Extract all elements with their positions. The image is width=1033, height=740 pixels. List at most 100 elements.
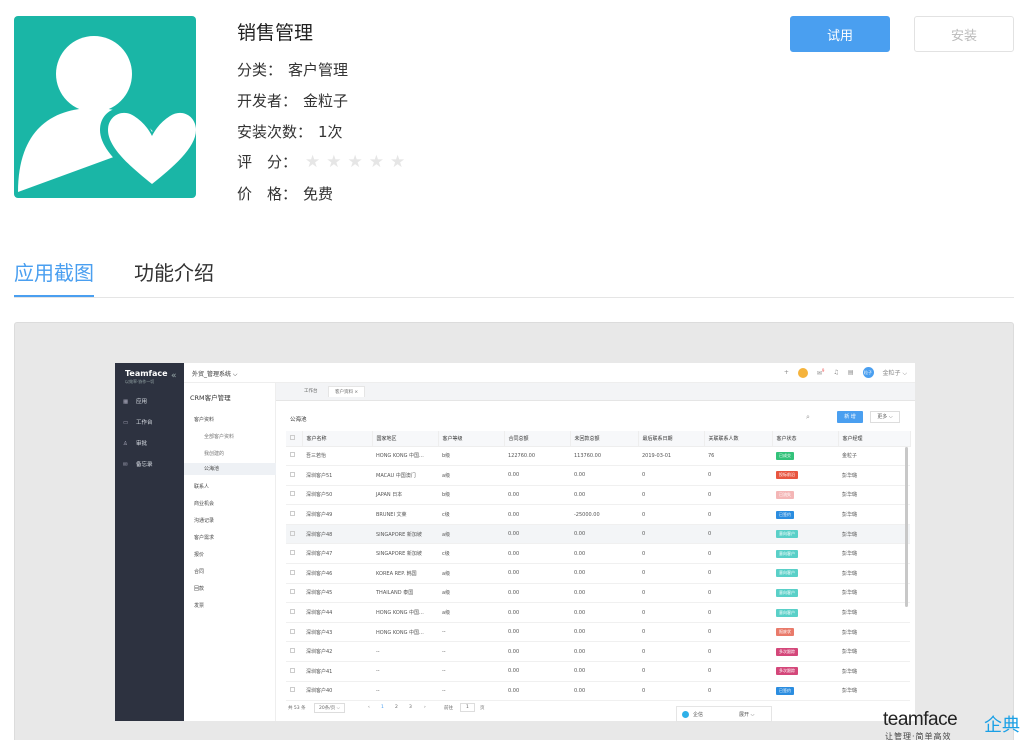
app-detail-page: 销售管理 分类： 客户管理 开发者： 金粒子 安装次数： 1次 评 分： ★★★★★ 价… [0, 0, 1033, 740]
table-cell: 0 [704, 465, 772, 486]
table-cell: 彭华璐 [838, 583, 910, 604]
inner-list: 公海池 ⌕ 新 增 更多 ⌵ 客户名称 国家地区 客户等级 合同总额 未回款总额 最后联系… [276, 401, 915, 721]
table-header-cell: 客户经理 [838, 431, 911, 447]
collapse-icon: « [171, 371, 177, 381]
table-cell: -- [372, 641, 438, 663]
table-row: 深圳客户40 -- -- 0.00 0.00 0 0 已签约 彭华璐 [286, 681, 910, 702]
table-cell: 0.00 [504, 504, 570, 525]
inner-nav-item: ▦ 应用 [123, 399, 148, 405]
status-badge: 意向客户 [776, 549, 798, 558]
table-cell: 0.00 [570, 485, 638, 506]
inner-more-button: 更多 ⌵ [870, 411, 900, 423]
table-row: 深圳客户48 SINGAPORE 新加坡 a级 0.00 0.00 0 0 意向客户 彭华璐 [286, 524, 910, 545]
developer-value: 金粒子 [303, 92, 349, 110]
table-cell: b级 [438, 485, 504, 506]
table-header-cell: 客户名称 [302, 431, 373, 447]
table-cell: a级 [438, 465, 504, 486]
pager-input: 1 [460, 703, 475, 712]
table-cell: 吾三若怡 [302, 446, 372, 467]
table-cell: 0.00 [570, 602, 638, 623]
category-value: 客户管理 [288, 61, 349, 79]
inner-menu-item: 全部客户资料 [204, 434, 235, 440]
row-checkbox [286, 485, 302, 506]
table-header-cell: 合同总额 [504, 431, 571, 447]
table-row: 深圳客户44 HONG KONG 中国... a级 0.00 0.00 0 0 意向客户 彭华璐 [286, 602, 910, 623]
inner-list-title: 公海池 [290, 417, 307, 423]
inner-menu-item: 客户需求 [194, 535, 215, 541]
chat-label: 企信 [693, 712, 704, 718]
tab-screenshots[interactable]: 应用截图 [14, 257, 94, 297]
row-checkbox [286, 563, 302, 584]
status-cell: 意向客户 [772, 563, 838, 584]
table-cell: 0 [638, 641, 704, 663]
rating-stars: ★★★★★ [305, 152, 412, 172]
table-cell: 0 [704, 563, 772, 584]
status-cell: 多次跟踪 [772, 661, 838, 682]
table-cell: 彭华璐 [838, 504, 910, 525]
status-badge: 已成交 [776, 451, 794, 460]
table-cell: 彭华璐 [838, 465, 910, 486]
table-cell: 彭华璐 [838, 543, 910, 565]
table-cell: 0.00 [504, 622, 570, 643]
status-badge: 意向客户 [776, 588, 798, 597]
table-cell: 深圳客户47 [302, 543, 372, 565]
table-cell: 深圳客户40 [302, 681, 372, 702]
row-checkbox [286, 602, 302, 623]
inner-system-name: 外贸_管理系统 ⌵ [192, 371, 238, 378]
watermark: teamface 企典 让管理·简单高效 [883, 709, 1033, 740]
table-cell: 0 [638, 543, 704, 565]
table-cell: 0.00 [570, 622, 638, 643]
table-cell: 0 [638, 465, 704, 486]
inner-user-name: 金粒子 ⌵ [882, 369, 907, 377]
table-cell: 0 [638, 485, 704, 506]
table-cell: 0.00 [504, 602, 570, 623]
table-cell: 0 [704, 504, 772, 525]
table-cell: 0.00 [570, 583, 638, 604]
inner-menu-item: 沟通记录 [194, 518, 215, 524]
try-button[interactable]: 试用 [790, 16, 890, 52]
status-cell: 报废状 [772, 622, 838, 643]
row-checkbox [286, 504, 302, 525]
inner-tab: 客户资料 × [328, 386, 366, 397]
table-cell: MACAU 中国澳门 [372, 465, 438, 486]
screenshot-image[interactable]: Teamface 以效率·协作一切 « ▦ 应用 ▭ 工作台 ♙ 审批 ✉ 备忘录 外贸… [115, 363, 915, 721]
table-cell: 0.00 [570, 543, 638, 565]
desk-icon: ▭ [123, 420, 129, 426]
table-cell: 0 [704, 583, 772, 604]
pager-prev: ‹ [368, 705, 370, 710]
table-header-cell: 国家地区 [372, 431, 439, 447]
pager-goto: 前往 [444, 706, 453, 711]
table-header-cell: 客户状态 [772, 431, 839, 447]
bell-icon: ♫ [833, 369, 839, 376]
row-checkbox [286, 543, 302, 565]
table-row: 深圳客户47 SINGAPORE 新加坡 c级 0.00 0.00 0 0 意向客户 彭华璐 [286, 543, 910, 565]
price-row: 价 格： 免费 [237, 183, 333, 204]
search-icon: ⌕ [806, 413, 810, 421]
tab-features[interactable]: 功能介绍 [134, 257, 214, 297]
status-cell: 意向客户 [772, 543, 838, 565]
install-button[interactable]: 安装 [914, 16, 1014, 52]
table-header-checkbox [286, 431, 303, 447]
table-cell: 0.00 [570, 661, 638, 682]
table-cell: 深圳客户49 [302, 504, 372, 525]
status-badge: 已流失 [776, 490, 794, 499]
table-cell: 113760.00 [570, 446, 638, 467]
table-cell: a级 [438, 602, 504, 623]
table-cell: 0 [638, 583, 704, 604]
table-header-cell: 最后联系日期 [638, 431, 705, 447]
chat-icon [682, 711, 689, 718]
table-cell: 深圳客户46 [302, 563, 372, 584]
table-cell: HONG KONG 中国... [372, 602, 438, 623]
inner-menu-title: CRM客户管理 [190, 394, 231, 402]
inner-brand-slogan: 以效率·协作一切 [125, 379, 155, 384]
status-badge: 意向客户 [776, 569, 798, 578]
message-icon: ✉9 [816, 368, 825, 377]
table-cell: 彭华璐 [838, 641, 910, 663]
table-cell: -- [372, 681, 438, 702]
inner-sidebar: Teamface 以效率·协作一切 « ▦ 应用 ▭ 工作台 ♙ 审批 ✉ 备忘录 [115, 363, 184, 721]
table-header-cell: 关联联系人数 [704, 431, 773, 447]
status-cell: 已签约 [772, 504, 838, 525]
table-cell: 0 [638, 524, 704, 545]
app-grid-icon: ▦ [123, 399, 129, 405]
table-row: 深圳客户41 -- -- 0.00 0.00 0 0 多次跟踪 彭华璐 [286, 661, 910, 682]
